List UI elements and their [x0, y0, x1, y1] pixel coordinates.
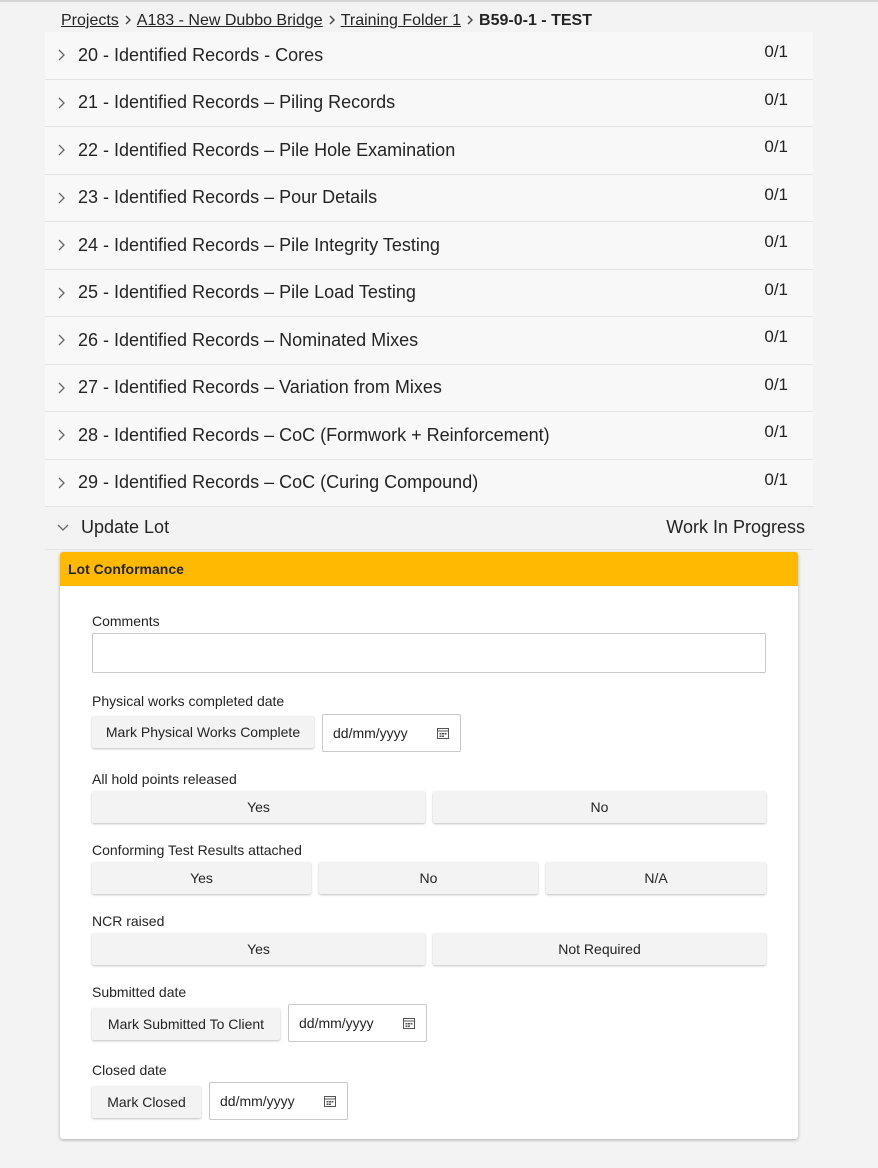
record-count: 0/1	[764, 89, 788, 109]
mark-closed-button[interactable]: Mark Closed	[92, 1086, 201, 1118]
record-row[interactable]: 21 - Identified Records – Piling Records…	[45, 79, 813, 127]
chevron-right-icon	[45, 239, 78, 251]
ncr-yes-button[interactable]: Yes	[92, 933, 425, 965]
record-count: 0/1	[764, 374, 788, 394]
test-results-yes-button[interactable]: Yes	[92, 862, 311, 894]
record-row[interactable]: 22 - Identified Records – Pile Hole Exam…	[45, 127, 813, 175]
breadcrumb: Projects A183 - New Dubbo Bridge Trainin…	[61, 10, 592, 32]
record-row[interactable]: 23 - Identified Records – Pour Details 0…	[45, 174, 813, 222]
mark-submitted-to-client-button[interactable]: Mark Submitted To Client	[92, 1008, 280, 1040]
update-lot-label: Update Lot	[81, 517, 170, 537]
chevron-right-icon	[45, 97, 78, 109]
record-row[interactable]: 20 - Identified Records - Cores 0/1	[45, 32, 813, 80]
record-row[interactable]: 26 - Identified Records – Nominated Mixe…	[45, 317, 813, 365]
record-count: 0/1	[764, 137, 788, 156]
date-placeholder: dd/mm/yyyy	[220, 1093, 295, 1109]
record-label: 27 - Identified Records – Variation from…	[78, 377, 442, 398]
calendar-icon[interactable]	[403, 1017, 415, 1029]
record-row[interactable]: 24 - Identified Records – Pile Integrity…	[45, 222, 813, 270]
record-count: 0/1	[764, 232, 788, 251]
record-label: 22 - Identified Records – Pile Hole Exam…	[78, 139, 456, 160]
ncr-not-required-button[interactable]: Not Required	[433, 933, 766, 965]
chevron-right-icon	[45, 429, 78, 441]
chevron-down-icon	[45, 523, 81, 532]
submitted-date-input[interactable]: dd/mm/yyyy	[288, 1004, 427, 1042]
chevron-right-icon	[45, 382, 78, 394]
chevron-right-icon	[45, 192, 78, 204]
record-row[interactable]: 25 - Identified Records – Pile Load Test…	[45, 269, 813, 317]
record-label: 23 - Identified Records – Pour Details	[78, 187, 378, 208]
calendar-icon[interactable]	[437, 727, 449, 739]
date-placeholder: dd/mm/yyyy	[299, 1015, 374, 1031]
comments-input[interactable]	[92, 633, 766, 673]
physical-works-label: Physical works completed date	[92, 693, 285, 709]
closed-date-label: Closed date	[92, 1062, 167, 1078]
test-results-na-button[interactable]: N/A	[546, 862, 766, 894]
closed-date-input[interactable]: dd/mm/yyyy	[209, 1082, 348, 1120]
top-divider	[0, 0, 878, 2]
chevron-right-icon	[45, 49, 78, 61]
breadcrumb-project[interactable]: A183 - New Dubbo Bridge	[137, 12, 323, 30]
breadcrumb-folder[interactable]: Training Folder 1	[341, 12, 461, 30]
record-count: 0/1	[764, 422, 788, 441]
hold-points-label: All hold points released	[92, 771, 237, 787]
ncr-label: NCR raised	[92, 913, 165, 929]
physical-works-date-input[interactable]: dd/mm/yyyy	[322, 714, 461, 752]
lot-conformance-card: Lot Conformance Comments Physical works …	[60, 552, 798, 1139]
record-label: 25 - Identified Records – Pile Load Test…	[78, 282, 416, 303]
chevron-right-icon	[119, 12, 137, 30]
breadcrumb-current: B59-0-1 - TEST	[479, 12, 592, 29]
chevron-right-icon	[45, 144, 78, 156]
hold-points-no-button[interactable]: No	[433, 791, 766, 823]
chevron-right-icon	[323, 12, 341, 30]
record-label: 21 - Identified Records – Piling Records	[78, 92, 396, 113]
submitted-date-label: Submitted date	[92, 984, 187, 1000]
record-label: 28 - Identified Records – CoC (Formwork …	[78, 424, 550, 445]
breadcrumb-projects[interactable]: Projects	[61, 12, 119, 30]
chevron-right-icon	[461, 12, 479, 30]
chevron-right-icon	[45, 334, 78, 346]
test-results-no-button[interactable]: No	[319, 862, 538, 894]
record-label: 29 - Identified Records – CoC (Curing Co…	[78, 472, 479, 493]
lot-conformance-header: Lot Conformance	[60, 552, 798, 586]
record-count: 0/1	[764, 279, 788, 299]
record-count: 0/1	[764, 42, 788, 61]
date-placeholder: dd/mm/yyyy	[333, 725, 408, 741]
hold-points-yes-button[interactable]: Yes	[92, 791, 425, 823]
update-lot-row[interactable]: Update Lot Work In Progress	[45, 506, 813, 550]
mark-physical-works-complete-button[interactable]: Mark Physical Works Complete	[92, 716, 314, 748]
record-row[interactable]: 28 - Identified Records – CoC (Formwork …	[45, 412, 813, 460]
record-row[interactable]: 29 - Identified Records – CoC (Curing Co…	[45, 459, 813, 507]
comments-label: Comments	[92, 613, 160, 629]
record-count: 0/1	[764, 327, 788, 346]
records-list: 20 - Identified Records - Cores 0/1 21 -…	[45, 32, 813, 507]
calendar-icon[interactable]	[324, 1095, 336, 1107]
record-label: 24 - Identified Records – Pile Integrity…	[78, 234, 440, 255]
chevron-right-icon	[45, 477, 78, 489]
record-count: 0/1	[764, 184, 788, 204]
record-count: 0/1	[764, 469, 788, 489]
lot-status: Work In Progress	[666, 517, 805, 537]
test-results-label: Conforming Test Results attached	[92, 842, 302, 858]
record-label: 26 - Identified Records – Nominated Mixe…	[78, 329, 419, 350]
record-label: 20 - Identified Records - Cores	[78, 44, 324, 65]
chevron-right-icon	[45, 287, 78, 299]
record-row[interactable]: 27 - Identified Records – Variation from…	[45, 364, 813, 412]
